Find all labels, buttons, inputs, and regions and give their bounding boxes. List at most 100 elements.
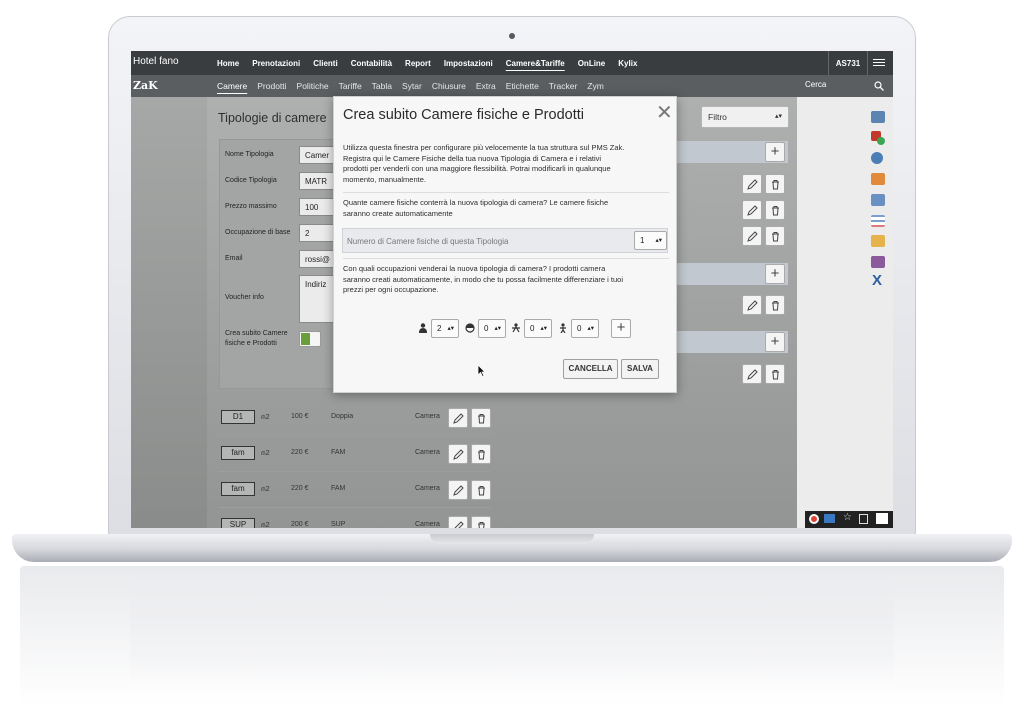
modal-intro: Utilizza questa finestra per configurare… (343, 143, 669, 185)
email-input[interactable]: rossi@ (299, 250, 335, 268)
edit-room-button[interactable] (448, 516, 468, 528)
tab-tariffe[interactable]: Tariffe (339, 81, 362, 91)
nav-report[interactable]: Report (405, 59, 431, 68)
cancel-button[interactable]: CANCELLA (563, 359, 618, 379)
question-line: saranno creati automaticamente, in modo … (343, 274, 624, 284)
adult-icon (419, 323, 427, 333)
teens-value: 0 (530, 324, 535, 333)
updown-arrow-icon: ▴▾ (540, 325, 547, 332)
edit-button[interactable] (742, 226, 762, 246)
user-code[interactable]: AS731 (828, 51, 868, 75)
lifebuoy-icon[interactable] (809, 514, 819, 524)
star-icon[interactable]: ☆ (843, 512, 852, 523)
delete-button[interactable] (765, 364, 785, 384)
delete-button[interactable] (765, 174, 785, 194)
toggle-knob (301, 333, 310, 345)
children-select[interactable]: 0 ▴▾ (478, 319, 506, 338)
edit-button[interactable] (742, 200, 762, 220)
list-icon[interactable] (871, 215, 885, 227)
nav-impostazioni[interactable]: Impostazioni (444, 59, 493, 68)
tab-chiusure[interactable]: Chiusure (432, 81, 466, 91)
tab-politiche[interactable]: Politiche (297, 81, 329, 91)
room-occupancy: ⍝2 (261, 412, 270, 421)
add-note-icon[interactable] (871, 235, 885, 247)
nav-home[interactable]: Home (217, 59, 239, 68)
edit-room-button[interactable] (448, 408, 468, 428)
edit-room-button[interactable] (448, 444, 468, 464)
hamburger-menu-icon[interactable] (873, 57, 885, 69)
rooms-count-field[interactable]: Numero di Camere fisiche di questa Tipol… (342, 228, 668, 253)
rooms-count-select[interactable]: 1 ▴▾ (634, 231, 667, 250)
add-group-3-button[interactable]: + (765, 332, 785, 352)
nav-camere-tariffe[interactable]: Camere&Tariffe (506, 59, 565, 68)
main-nav: Home Prenotazioni Clienti Contabilità Re… (217, 51, 650, 75)
voucher-info-textarea[interactable]: Indiriz (299, 275, 335, 323)
nav-online[interactable]: OnLine (578, 59, 606, 68)
nav-clienti[interactable]: Clienti (313, 59, 337, 68)
tab-zym[interactable]: Zym (587, 81, 604, 91)
tab-tabla[interactable]: Tabla (372, 81, 392, 91)
trash-icon (772, 232, 779, 242)
email-label: Email (225, 255, 243, 262)
adults-select[interactable]: 2 ▴▾ (431, 319, 459, 338)
intro-line: prodotti per venderli con una maggiore f… (343, 164, 611, 173)
delete-button[interactable] (765, 200, 785, 220)
modal-divider (343, 192, 669, 193)
teens-select[interactable]: 0 ▴▾ (524, 319, 552, 338)
occupazione-base-input[interactable]: 2 (299, 224, 335, 242)
infants-select[interactable]: 0 ▴▾ (571, 319, 599, 338)
delete-room-button[interactable] (471, 516, 491, 528)
tab-sytar[interactable]: Sytar (402, 81, 422, 91)
delete-room-button[interactable] (471, 480, 491, 500)
notification-icon[interactable] (876, 513, 888, 524)
delete-room-button[interactable] (471, 408, 491, 428)
close-icon[interactable]: ✕ (656, 103, 673, 123)
add-occupancy-button[interactable]: + (611, 319, 631, 338)
window-icon[interactable] (824, 514, 835, 523)
crea-subito-label-2: fisiche e Prodotti (225, 340, 277, 347)
edit-room-button[interactable] (448, 480, 468, 500)
search-label[interactable]: Cerca (805, 80, 826, 89)
save-button[interactable]: SALVA (621, 359, 659, 379)
search-icon[interactable] (874, 81, 884, 91)
grid-icon[interactable] (871, 194, 885, 206)
nav-contabilita[interactable]: Contabilità (351, 59, 392, 68)
tag-icon[interactable] (871, 256, 885, 268)
nome-tipologia-input[interactable]: Camer (299, 146, 335, 164)
edit-button[interactable] (742, 364, 762, 384)
trash-icon (772, 370, 779, 380)
infant-icon (560, 323, 566, 333)
mouse-cursor-icon (477, 364, 486, 377)
prezzo-massimo-input[interactable]: 100 (299, 198, 335, 216)
codice-tipologia-input[interactable]: MATR (299, 172, 335, 190)
filter-select[interactable]: Filtro ▴▾ (701, 106, 789, 128)
brand-logo[interactable]: ZaK (133, 79, 158, 92)
nav-kylix[interactable]: Kylix (618, 59, 637, 68)
prezzo-massimo-label: Prezzo massimo (225, 203, 277, 210)
tab-etichette[interactable]: Etichette (506, 81, 539, 91)
tab-extra[interactable]: Extra (476, 81, 496, 91)
tab-camere[interactable]: Camere (217, 81, 247, 91)
tab-prodotti[interactable]: Prodotti (257, 81, 286, 91)
room-type: Camera (415, 413, 440, 420)
delete-button[interactable] (765, 295, 785, 315)
clipboard-icon[interactable] (859, 514, 868, 524)
tab-tracker[interactable]: Tracker (549, 81, 578, 91)
x-logo-icon[interactable]: X (872, 273, 886, 288)
room-name: SUP (331, 521, 346, 528)
hotel-name[interactable]: Hotel fano (133, 56, 179, 67)
room-type: Camera (415, 485, 440, 492)
children-value: 0 (484, 324, 489, 333)
add-group-1-button[interactable]: + (765, 142, 785, 162)
printer-icon[interactable] (871, 111, 885, 123)
magnifier-icon[interactable] (871, 152, 883, 164)
add-group-2-button[interactable]: + (765, 264, 785, 284)
nav-prenotazioni[interactable]: Prenotazioni (252, 59, 300, 68)
edit-button[interactable] (742, 295, 762, 315)
delete-button[interactable] (765, 226, 785, 246)
edit-button[interactable] (742, 174, 762, 194)
calendar-icon[interactable] (871, 173, 885, 185)
delete-room-button[interactable] (471, 444, 491, 464)
page-title: Tipologie di camere (218, 111, 327, 125)
crea-subito-toggle[interactable] (299, 331, 321, 347)
